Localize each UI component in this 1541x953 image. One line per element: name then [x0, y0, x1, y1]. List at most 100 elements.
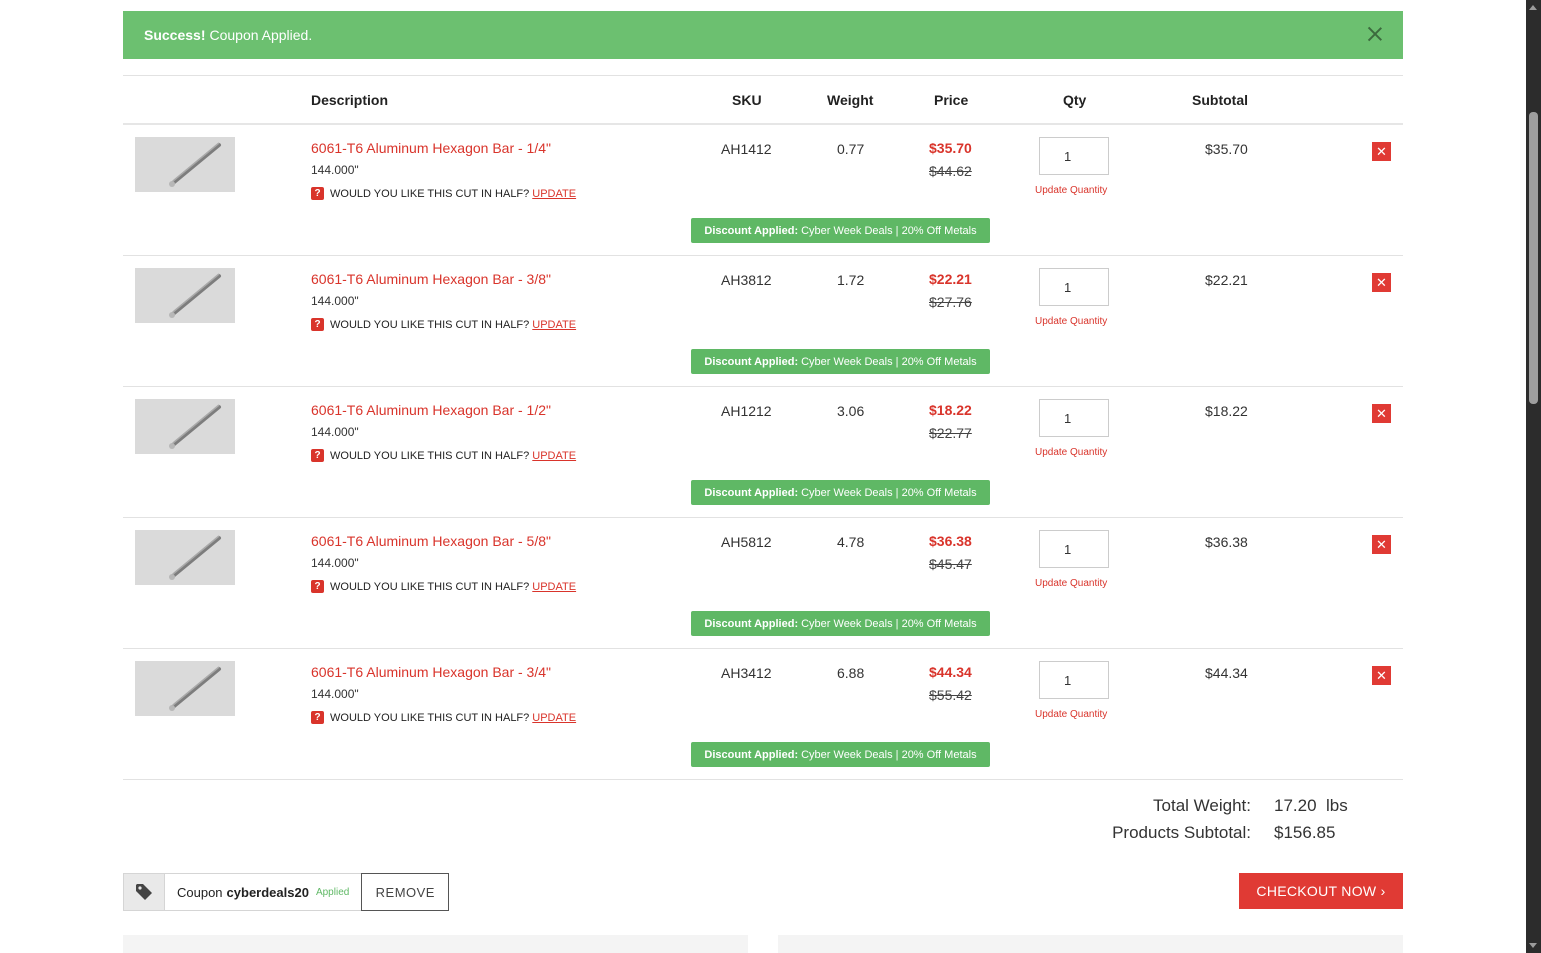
product-sku: AH1412 — [721, 141, 772, 157]
update-quantity-link[interactable]: Update Quantity — [1035, 578, 1107, 589]
bottom-panel-right — [778, 935, 1403, 953]
scrollbar-thumb[interactable] — [1529, 112, 1538, 404]
coupon-box: Coupon cyberdeals20 Applied REMOVE — [123, 873, 450, 911]
product-image[interactable] — [135, 137, 235, 192]
alert-message: Coupon Applied. — [209, 27, 313, 43]
product-name[interactable]: 6061-T6 Aluminum Hexagon Bar - 1/2" — [311, 402, 551, 418]
cut-question: WOULD YOU LIKE THIS CUT IN HALF? — [330, 580, 530, 593]
table-row: 6061-T6 Aluminum Hexagon Bar - 3/8" 144.… — [123, 256, 1403, 387]
cut-in-half-prompt: ? WOULD YOU LIKE THIS CUT IN HALF? UPDAT… — [311, 318, 576, 331]
coupon-info: Coupon cyberdeals20 Applied — [165, 873, 362, 911]
product-sku: AH3412 — [721, 665, 772, 681]
product-length: 144.000" — [311, 294, 359, 308]
cut-in-half-prompt: ? WOULD YOU LIKE THIS CUT IN HALF? UPDAT… — [311, 449, 576, 462]
product-image[interactable] — [135, 268, 235, 323]
question-icon: ? — [311, 449, 324, 462]
cut-update-link[interactable]: UPDATE — [532, 450, 576, 462]
product-name[interactable]: 6061-T6 Aluminum Hexagon Bar - 3/8" — [311, 271, 551, 287]
product-price: $44.34 — [929, 664, 972, 680]
cart-table: Description SKU Weight Price Qty Subtota… — [123, 75, 1403, 780]
product-sku: AH1212 — [721, 403, 772, 419]
product-old-price: $45.47 — [929, 556, 972, 572]
discount-strong: Discount Applied: — [704, 617, 799, 630]
product-name[interactable]: 6061-T6 Aluminum Hexagon Bar - 3/4" — [311, 664, 551, 680]
product-price: $35.70 — [929, 140, 972, 156]
table-row: 6061-T6 Aluminum Hexagon Bar - 1/4" 144.… — [123, 125, 1403, 256]
scroll-down-icon[interactable] — [1529, 943, 1537, 948]
product-price: $22.21 — [929, 271, 972, 287]
update-quantity-link[interactable]: Update Quantity — [1035, 185, 1107, 196]
update-quantity-link[interactable]: Update Quantity — [1035, 709, 1107, 720]
product-subtotal: $36.38 — [1205, 534, 1248, 550]
discount-strong: Discount Applied: — [704, 486, 799, 499]
coupon-code: cyberdeals20 — [226, 884, 309, 900]
table-header: Description SKU Weight Price Qty Subtota… — [123, 76, 1403, 125]
cut-update-link[interactable]: UPDATE — [532, 319, 576, 331]
discount-text: Cyber Week Deals | 20% Off Metals — [801, 224, 977, 237]
alert-strong: Success! — [144, 27, 206, 43]
cut-question: WOULD YOU LIKE THIS CUT IN HALF? — [330, 711, 530, 724]
question-icon: ? — [311, 580, 324, 593]
close-icon[interactable]: ✕ — [1372, 535, 1391, 554]
product-subtotal: $35.70 — [1205, 141, 1248, 157]
quantity-input[interactable] — [1039, 268, 1109, 306]
success-alert: Success! Coupon Applied. — [123, 11, 1403, 59]
discount-text: Cyber Week Deals | 20% Off Metals — [801, 355, 977, 368]
update-quantity-link[interactable]: Update Quantity — [1035, 447, 1107, 458]
product-subtotal: $18.22 — [1205, 403, 1248, 419]
product-weight: 6.88 — [837, 665, 865, 681]
product-weight: 3.06 — [837, 403, 865, 419]
products-subtotal-label: Products Subtotal: — [1112, 823, 1251, 842]
cut-update-link[interactable]: UPDATE — [532, 188, 576, 200]
products-subtotal-value: $156.85 — [1274, 823, 1336, 842]
close-icon[interactable]: ✕ — [1372, 404, 1391, 423]
cut-update-link[interactable]: UPDATE — [532, 581, 576, 593]
product-weight: 1.72 — [837, 272, 865, 288]
discount-text: Cyber Week Deals | 20% Off Metals — [801, 486, 977, 499]
product-name[interactable]: 6061-T6 Aluminum Hexagon Bar - 5/8" — [311, 533, 551, 549]
cut-in-half-prompt: ? WOULD YOU LIKE THIS CUT IN HALF? UPDAT… — [311, 711, 576, 724]
product-subtotal: $44.34 — [1205, 665, 1248, 681]
scrollbar[interactable] — [1526, 0, 1541, 953]
discount-badge: Discount Applied: Cyber Week Deals | 20%… — [691, 349, 990, 374]
quantity-input[interactable] — [1039, 399, 1109, 437]
checkout-button[interactable]: CHECKOUT NOW › — [1239, 873, 1403, 909]
cut-in-half-prompt: ? WOULD YOU LIKE THIS CUT IN HALF? UPDAT… — [311, 187, 576, 200]
remove-coupon-button[interactable]: REMOVE — [361, 873, 450, 911]
tag-icon — [123, 873, 165, 911]
product-price: $36.38 — [929, 533, 972, 549]
cut-update-link[interactable]: UPDATE — [532, 712, 576, 724]
product-subtotal: $22.21 — [1205, 272, 1248, 288]
table-row: 6061-T6 Aluminum Hexagon Bar - 5/8" 144.… — [123, 518, 1403, 649]
quantity-input[interactable] — [1039, 137, 1109, 175]
scroll-up-icon[interactable] — [1529, 5, 1537, 10]
discount-text: Cyber Week Deals | 20% Off Metals — [801, 617, 977, 630]
close-icon[interactable]: ✕ — [1372, 142, 1391, 161]
close-icon[interactable]: ✕ — [1372, 273, 1391, 292]
update-quantity-link[interactable]: Update Quantity — [1035, 316, 1107, 327]
coupon-status: Applied — [315, 886, 350, 898]
close-icon[interactable] — [1365, 24, 1385, 44]
product-old-price: $27.76 — [929, 294, 972, 310]
product-length: 144.000" — [311, 687, 359, 701]
discount-badge: Discount Applied: Cyber Week Deals | 20%… — [691, 611, 990, 636]
cut-in-half-prompt: ? WOULD YOU LIKE THIS CUT IN HALF? UPDAT… — [311, 580, 576, 593]
product-length: 144.000" — [311, 425, 359, 439]
product-image[interactable] — [135, 399, 235, 454]
quantity-input[interactable] — [1039, 530, 1109, 568]
close-icon[interactable]: ✕ — [1372, 666, 1391, 685]
product-sku: AH5812 — [721, 534, 772, 550]
question-icon: ? — [311, 187, 324, 200]
product-name[interactable]: 6061-T6 Aluminum Hexagon Bar - 1/4" — [311, 140, 551, 156]
product-image[interactable] — [135, 661, 235, 716]
bottom-panel-left — [123, 935, 748, 953]
product-old-price: $22.77 — [929, 425, 972, 441]
quantity-input[interactable] — [1039, 661, 1109, 699]
col-weight: Weight — [827, 92, 874, 108]
product-image[interactable] — [135, 530, 235, 585]
col-subtotal: Subtotal — [1192, 92, 1248, 108]
product-weight: 0.77 — [837, 141, 865, 157]
cut-question: WOULD YOU LIKE THIS CUT IN HALF? — [330, 187, 530, 200]
product-weight: 4.78 — [837, 534, 865, 550]
product-old-price: $44.62 — [929, 163, 972, 179]
